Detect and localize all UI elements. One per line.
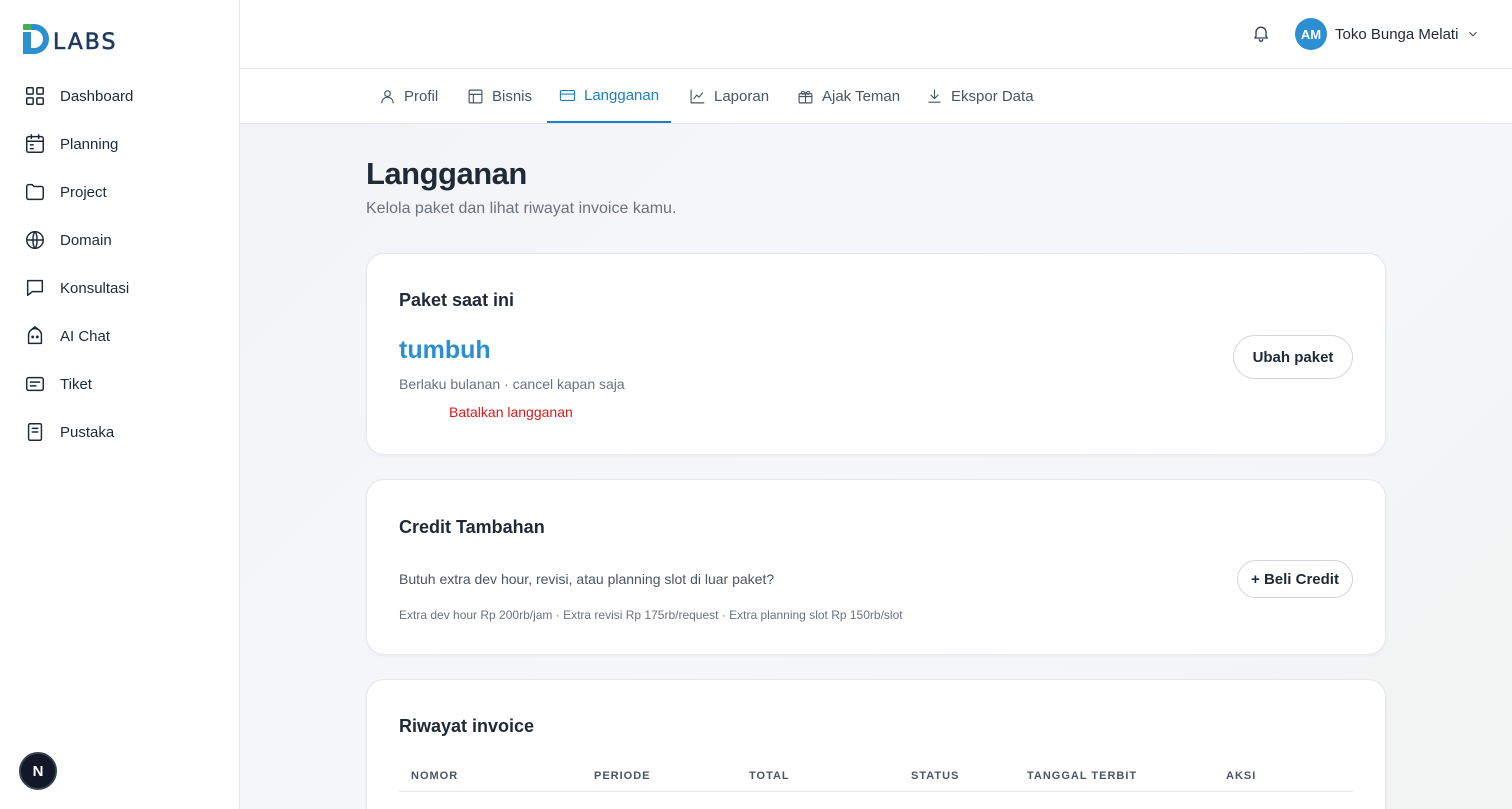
chart-icon bbox=[690, 89, 705, 103]
tab-label: Ajak Teman bbox=[822, 87, 901, 105]
column-header-nomor: NOMOR bbox=[411, 770, 459, 782]
credit-card-icon bbox=[559, 89, 576, 101]
avatar: AM bbox=[1295, 18, 1327, 50]
sidebar-item-label: Konsultasi bbox=[60, 279, 130, 297]
invoice-table-header: NOMOR PERIODE TOTAL STATUS TANGGAL TERBI… bbox=[399, 766, 1353, 792]
buy-credit-button[interactable]: + Beli Credit bbox=[1237, 560, 1353, 598]
main-content: Langganan Kelola paket dan lihat riwayat… bbox=[240, 124, 1512, 809]
calendar-icon bbox=[26, 134, 44, 153]
tab-bisnis[interactable]: Bisnis bbox=[467, 69, 532, 123]
top-header: AM Toko Bunga Melati bbox=[240, 0, 1512, 69]
tab-langganan[interactable]: Langganan bbox=[547, 69, 672, 123]
layout-icon bbox=[468, 89, 483, 103]
cancel-subscription-link[interactable]: Batalkan langganan bbox=[449, 404, 573, 420]
sidebar-item-pustaka[interactable]: Pustaka bbox=[0, 408, 239, 456]
bot-icon bbox=[27, 326, 43, 345]
sidebar-item-label: Pustaka bbox=[60, 423, 115, 441]
tab-label: Bisnis bbox=[492, 87, 533, 105]
column-header-aksi: AKSI bbox=[1226, 770, 1257, 782]
credit-description: Butuh extra dev hour, revisi, atau plann… bbox=[399, 571, 775, 587]
column-header-total: TOTAL bbox=[749, 770, 790, 782]
sidebar-item-domain[interactable]: Domain bbox=[0, 216, 239, 264]
brand-logo[interactable]: LABS bbox=[23, 20, 117, 54]
tab-label: Laporan bbox=[714, 87, 770, 105]
logo-d-shape bbox=[31, 24, 49, 54]
current-plan-card: Paket saat ini tumbuh Berlaku bulanan · … bbox=[366, 253, 1386, 455]
page-title: Langganan bbox=[366, 156, 527, 191]
sidebar-item-konsultasi[interactable]: Konsultasi bbox=[0, 264, 239, 312]
sidebar-item-tiket[interactable]: Tiket bbox=[0, 360, 239, 408]
user-name: Toko Bunga Melati bbox=[1335, 25, 1459, 43]
sidebar-item-dashboard[interactable]: Dashboard bbox=[0, 72, 239, 120]
tab-ekspor-data[interactable]: Ekspor Data bbox=[926, 69, 1034, 123]
sidebar-item-label: AI Chat bbox=[60, 327, 111, 345]
user-icon bbox=[381, 89, 394, 103]
logo-mark bbox=[23, 24, 31, 54]
sidebar-item-ai-chat[interactable]: AI Chat bbox=[0, 312, 239, 360]
sidebar-item-project[interactable]: Project bbox=[0, 168, 239, 216]
tab-laporan[interactable]: Laporan bbox=[689, 69, 769, 123]
bell-icon bbox=[1254, 26, 1268, 42]
folder-icon bbox=[26, 183, 44, 201]
sidebar-item-label: Dashboard bbox=[60, 87, 134, 105]
sidebar-item-planning[interactable]: Planning bbox=[0, 120, 239, 168]
grid-icon bbox=[26, 87, 44, 105]
plan-name: tumbuh bbox=[399, 336, 491, 364]
assistant-fab-button[interactable]: N bbox=[19, 752, 57, 790]
card-title: Paket saat ini bbox=[399, 290, 515, 310]
tab-label: Langganan bbox=[584, 86, 660, 104]
extra-credit-card: Credit Tambahan Butuh extra dev hour, re… bbox=[366, 479, 1386, 655]
ticket-icon bbox=[26, 376, 44, 392]
sidebar-item-label: Domain bbox=[60, 231, 112, 249]
sidebar-item-label: Project bbox=[60, 183, 107, 201]
sidebar-item-label: Tiket bbox=[60, 375, 92, 393]
credit-pricing-note: Extra dev hour Rp 200rb/jam · Extra revi… bbox=[399, 608, 903, 622]
column-header-tanggal-terbit: TANGGAL TERBIT bbox=[1027, 770, 1138, 782]
gift-icon bbox=[798, 90, 813, 103]
download-icon bbox=[928, 89, 941, 103]
card-title: Riwayat invoice bbox=[399, 716, 535, 736]
user-menu[interactable]: AM Toko Bunga Melati bbox=[1295, 18, 1480, 50]
tab-label: Ekspor Data bbox=[951, 87, 1034, 105]
tab-label: Profil bbox=[404, 87, 439, 105]
sidebar-item-label: Planning bbox=[60, 135, 119, 153]
book-icon bbox=[27, 423, 43, 441]
logo-text: LABS bbox=[53, 30, 118, 55]
column-header-status: STATUS bbox=[911, 770, 960, 782]
globe-icon bbox=[26, 231, 44, 249]
tab-ajak-teman[interactable]: Ajak Teman bbox=[797, 69, 900, 123]
column-header-periode: PERIODE bbox=[594, 770, 651, 782]
chat-icon bbox=[26, 279, 44, 297]
change-plan-button[interactable]: Ubah paket bbox=[1233, 335, 1353, 379]
notification-button[interactable] bbox=[1251, 23, 1273, 45]
invoice-history-card: Riwayat invoice NOMOR PERIODE TOTAL STAT… bbox=[366, 679, 1386, 809]
plan-description: Berlaku bulanan · cancel kapan saja bbox=[399, 376, 625, 392]
page-subtitle: Kelola paket dan lihat riwayat invoice k… bbox=[366, 200, 677, 217]
card-title: Credit Tambahan bbox=[399, 517, 545, 537]
settings-tabs: Profil Bisnis Langganan Laporan Ajak Tem… bbox=[240, 69, 1512, 124]
sidebar: LABS Dashboard Planning Project Domain K… bbox=[0, 0, 240, 809]
chevron-down-icon bbox=[1469, 31, 1478, 37]
sidebar-nav: Dashboard Planning Project Domain Konsul… bbox=[0, 72, 239, 456]
tab-profil[interactable]: Profil bbox=[379, 69, 438, 123]
